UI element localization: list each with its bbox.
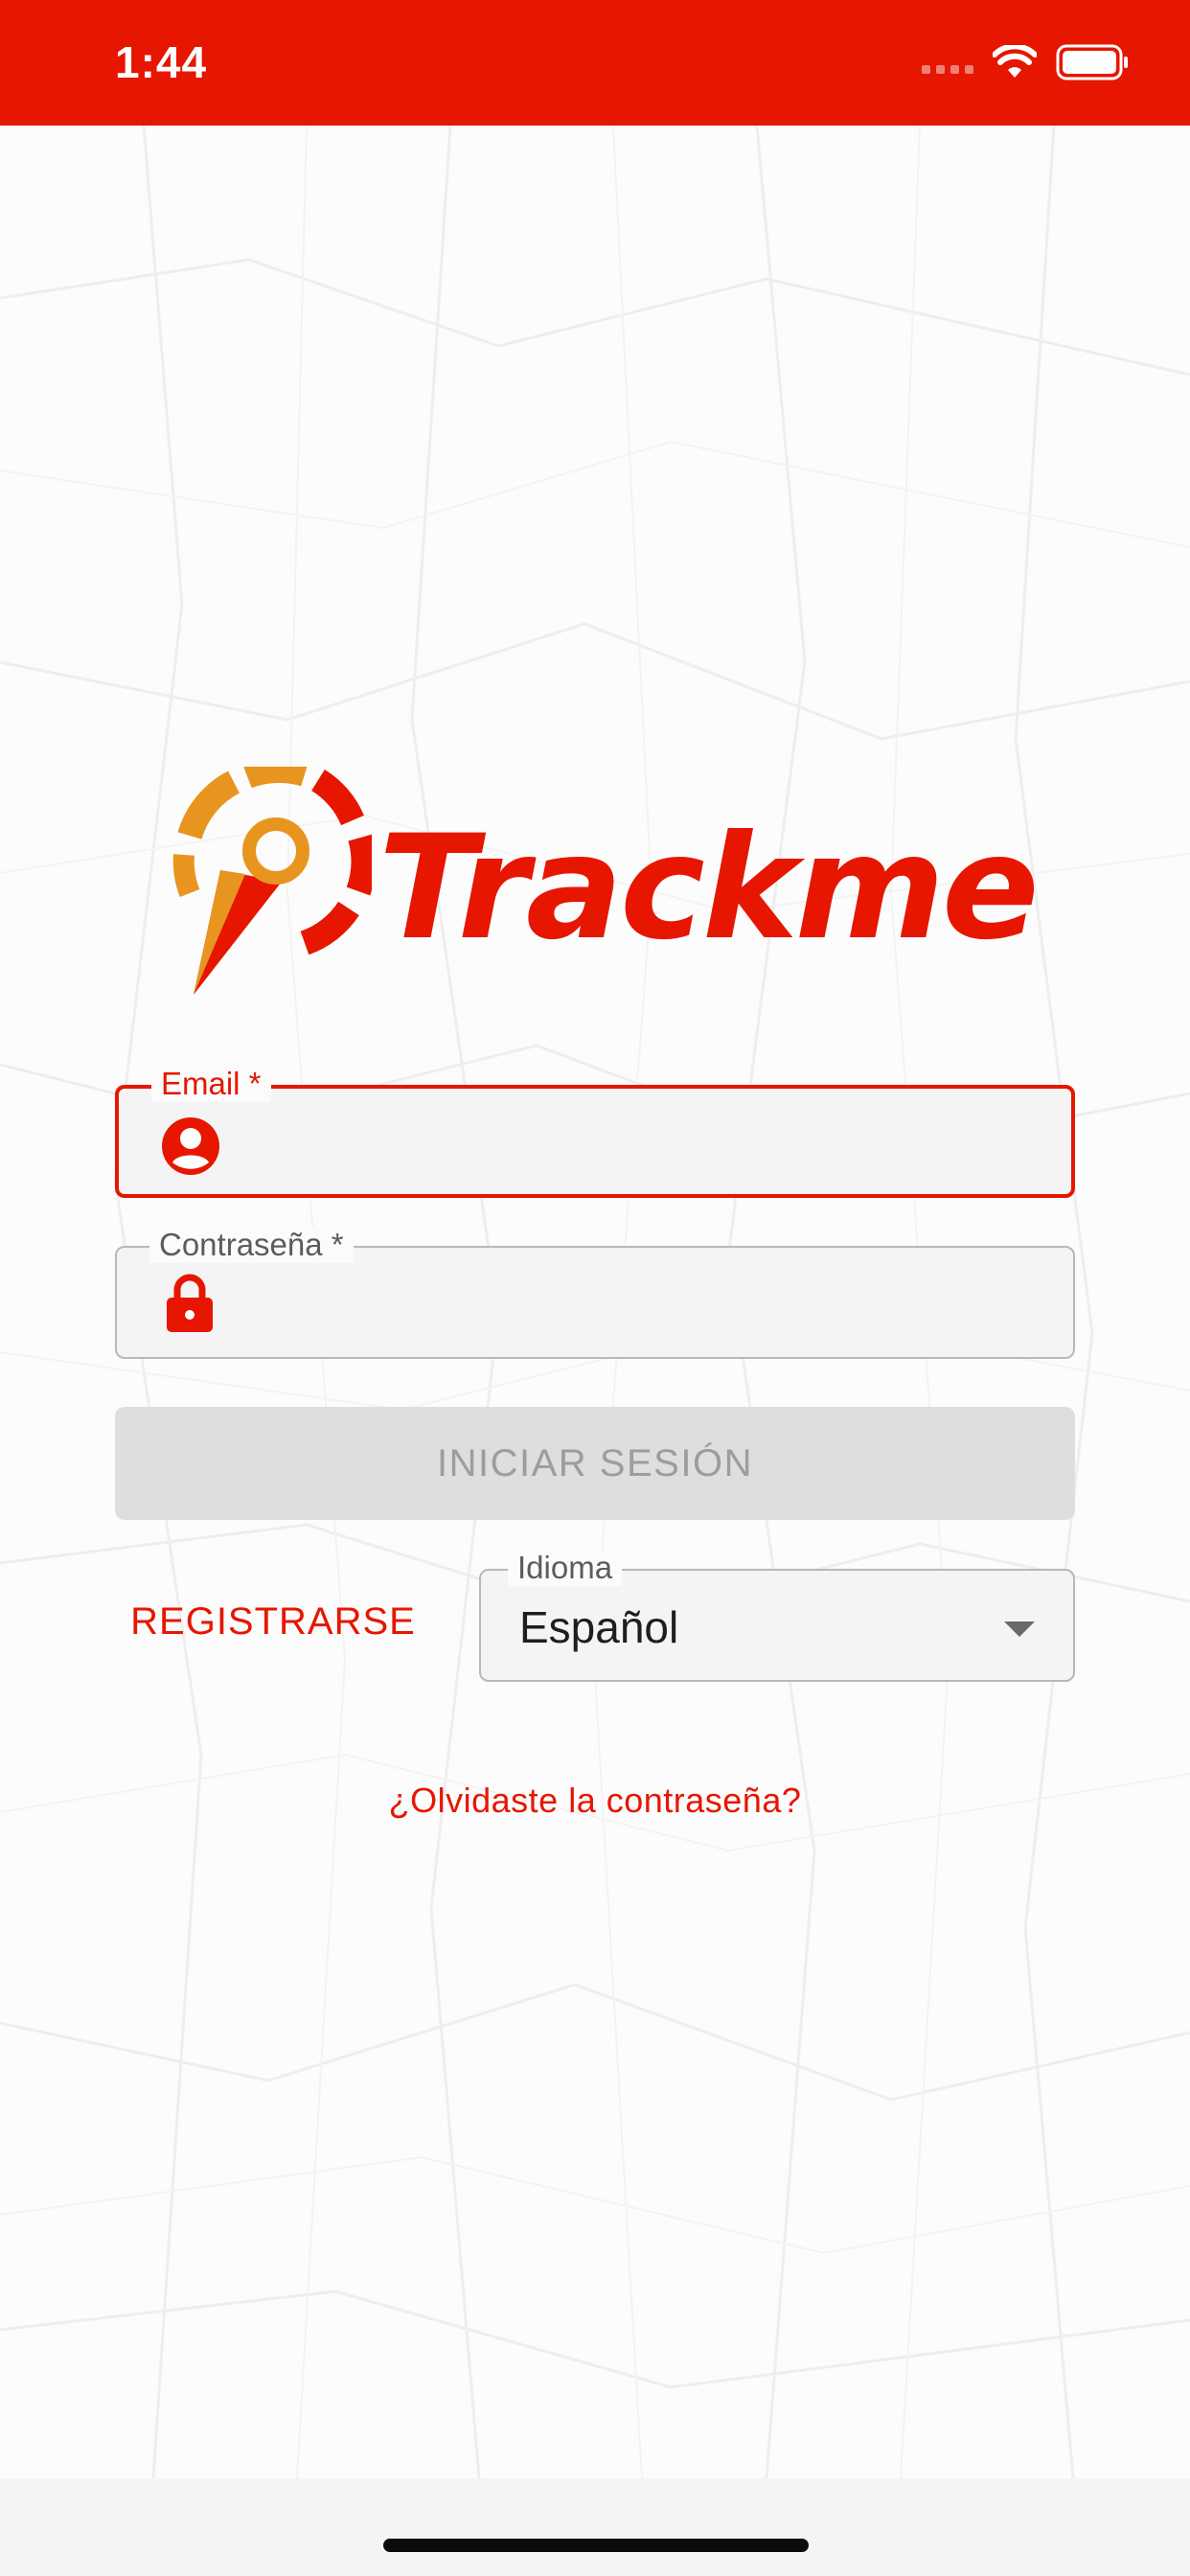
language-value: Español bbox=[519, 1602, 679, 1652]
password-input[interactable] bbox=[241, 1248, 1050, 1359]
status-bar: 1:44 bbox=[0, 0, 1190, 126]
home-area bbox=[0, 2478, 1190, 2576]
home-indicator[interactable] bbox=[383, 2539, 809, 2552]
cellular-signal-icon bbox=[922, 64, 973, 74]
register-button[interactable]: REGISTRARSE bbox=[115, 1570, 431, 1673]
person-circle-icon bbox=[162, 1117, 219, 1175]
language-select[interactable]: Idioma Español bbox=[479, 1550, 1075, 1682]
login-button[interactable]: INICIAR SESIÓN bbox=[115, 1407, 1075, 1520]
app-logo-text: Trackme bbox=[378, 805, 1040, 972]
language-label: Idioma bbox=[508, 1550, 623, 1586]
password-field[interactable]: Contraseña * bbox=[115, 1227, 1075, 1359]
dropdown-arrow-icon bbox=[1004, 1622, 1035, 1637]
status-icons bbox=[922, 42, 1131, 82]
email-field[interactable]: Email * bbox=[115, 1066, 1075, 1198]
trackme-logo-icon bbox=[172, 767, 372, 995]
email-input[interactable] bbox=[243, 1089, 1052, 1196]
lock-icon bbox=[167, 1274, 213, 1332]
battery-icon bbox=[1056, 44, 1128, 80]
status-time: 1:44 bbox=[115, 37, 208, 87]
wifi-icon bbox=[993, 45, 1037, 78]
forgot-password-link[interactable]: ¿Olvidaste la contraseña? bbox=[0, 1781, 1190, 1821]
